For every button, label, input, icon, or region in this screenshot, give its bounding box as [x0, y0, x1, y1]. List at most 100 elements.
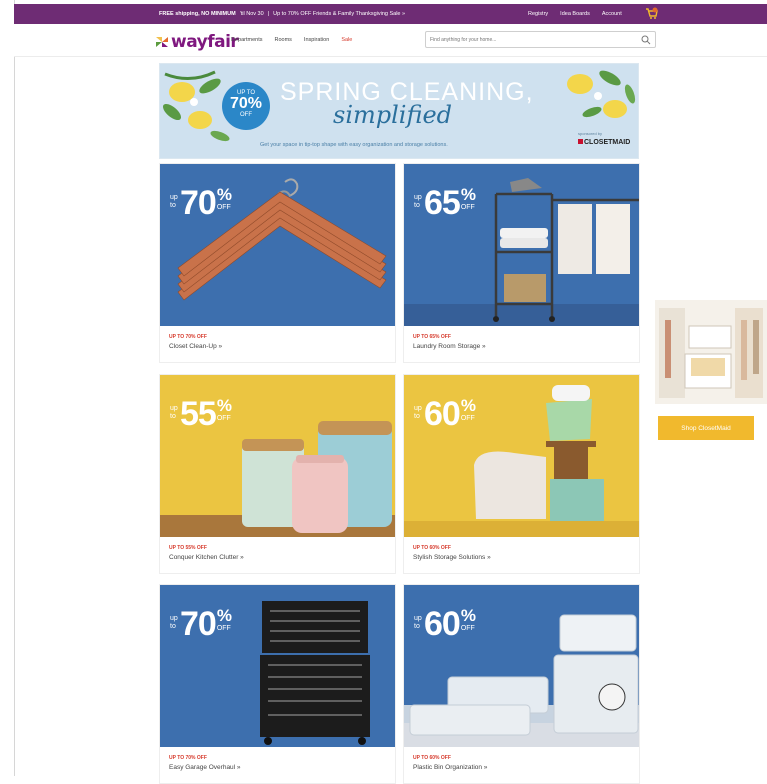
discount-overlay: up to 65 % OFF: [414, 186, 476, 220]
discount-overlay: up to 60 % OFF: [414, 607, 476, 641]
promo-card-garage[interactable]: up to 70 % OFF UP TO 70% OFF Easy Garage …: [159, 584, 396, 784]
account-link[interactable]: Account: [602, 11, 622, 17]
card-image: up to 55 % OFF: [160, 375, 395, 537]
pinwheel-logo-icon: [156, 37, 168, 47]
card-meta: UP TO 60% OFF Plastic Bin Organization »: [413, 755, 487, 771]
card-upto: up to: [414, 194, 422, 209]
logo-text: wayfair: [171, 32, 239, 52]
card-eyebrow: UP TO 70% OFF: [169, 755, 207, 761]
percent-symbol: %: [216, 396, 232, 415]
card-link[interactable]: Conquer Kitchen Clutter »: [169, 554, 244, 561]
sponsor-label: sponsored by: [578, 131, 603, 136]
promo-bar: FREE shipping, NO MINIMUM 'til Nov 30 | …: [14, 4, 767, 24]
promo-card-closet[interactable]: up to 70 % OFF UP TO 70% OFF Closet Clean…: [159, 163, 396, 363]
nav-sale[interactable]: Sale: [341, 37, 352, 43]
card-image: up to 65 % OFF: [404, 164, 639, 326]
search-input[interactable]: [430, 35, 630, 45]
hero-tagline: Get your space in tip-top shape with eas…: [260, 142, 448, 148]
cart-icon[interactable]: [645, 7, 658, 20]
off-label: OFF: [460, 204, 475, 211]
nav-departments[interactable]: Departments: [231, 37, 263, 43]
card-image: up to 60 % OFF: [404, 585, 639, 747]
discount-overlay: up to 70 % OFF: [170, 186, 232, 220]
percent-suffix: % OFF: [461, 186, 476, 212]
card-meta: UP TO 60% OFF Stylish Storage Solutions …: [413, 545, 491, 561]
percent-symbol: %: [460, 185, 476, 204]
card-link[interactable]: Laundry Room Storage »: [413, 343, 486, 350]
promo-separator: |: [267, 11, 270, 17]
card-eyebrow: UP TO 55% OFF: [169, 545, 207, 551]
account-links: Registry Idea Boards Account: [528, 11, 622, 17]
spring-cleaning-banner[interactable]: UP TO 70% OFF SPRING CLEANING, simplifie…: [159, 63, 639, 159]
search-icon[interactable]: [641, 35, 651, 45]
card-percent: 60: [424, 395, 461, 433]
site-header: wayfair Departments Rooms Inspiration Sa…: [14, 24, 767, 57]
idea-boards-link[interactable]: Idea Boards: [560, 11, 590, 17]
card-eyebrow: UP TO 65% OFF: [413, 334, 451, 340]
percent-suffix: % OFF: [461, 607, 476, 633]
promo-message[interactable]: FREE shipping, NO MINIMUM 'til Nov 30 | …: [159, 11, 405, 17]
badge-percent: 70%: [229, 95, 263, 112]
nav-rooms[interactable]: Rooms: [275, 37, 292, 43]
shop-closetmaid-button[interactable]: Shop ClosetMaid: [658, 416, 754, 440]
free-shipping-rest: 'til Nov 30: [239, 11, 264, 17]
search-box: [425, 31, 656, 48]
card-image: up to 60 % OFF: [404, 375, 639, 537]
card-link[interactable]: Plastic Bin Organization »: [413, 764, 487, 771]
sale-link[interactable]: Up to 70% OFF Friends & Family Thanksgiv…: [273, 11, 405, 17]
percent-suffix: % OFF: [461, 397, 476, 423]
percent-symbol: %: [460, 396, 476, 415]
percent-symbol: %: [460, 606, 476, 625]
closetmaid-mark-icon: [578, 139, 583, 144]
percent-suffix: % OFF: [217, 607, 232, 633]
card-upto: up to: [170, 615, 178, 630]
card-percent: 70: [180, 184, 217, 222]
percent-suffix: % OFF: [217, 397, 232, 423]
promo-card-storage[interactable]: up to 60 % OFF UP TO 60% OFF Stylish Stor…: [403, 374, 640, 574]
off-label: OFF: [460, 415, 475, 422]
off-label: OFF: [216, 415, 231, 422]
closet-drawers-illustration: [655, 300, 767, 404]
sponsor-name: CLOSETMAID: [584, 139, 631, 146]
promo-card-kitchen[interactable]: up to 55 % OFF UP TO 55% OFF Conquer Kitc…: [159, 374, 396, 574]
discount-badge: UP TO 70% OFF: [222, 82, 270, 130]
percent-suffix: % OFF: [217, 186, 232, 212]
card-upto: up to: [414, 615, 422, 630]
card-link[interactable]: Easy Garage Overhaul »: [169, 764, 241, 771]
closetmaid-side-ad[interactable]: [655, 300, 767, 404]
card-percent: 60: [424, 605, 461, 643]
main-nav: Departments Rooms Inspiration Sale: [231, 37, 352, 43]
discount-overlay: up to 70 % OFF: [170, 607, 232, 641]
card-percent: 70: [180, 605, 217, 643]
promo-card-laundry[interactable]: up to 65 % OFF UP TO 65% OFF Laundry Room…: [403, 163, 640, 363]
card-meta: UP TO 70% OFF Easy Garage Overhaul »: [169, 755, 241, 771]
card-link[interactable]: Stylish Storage Solutions »: [413, 554, 491, 561]
card-percent: 55: [180, 395, 217, 433]
nav-inspiration[interactable]: Inspiration: [304, 37, 329, 43]
wayfair-logo[interactable]: wayfair: [155, 32, 239, 52]
card-link[interactable]: Closet Clean-Up »: [169, 343, 222, 350]
off-label: OFF: [216, 625, 231, 632]
card-meta: UP TO 70% OFF Closet Clean-Up »: [169, 334, 222, 350]
hero-subtitle: simplified: [333, 101, 453, 129]
discount-overlay: up to 60 % OFF: [414, 397, 476, 431]
badge-off: OFF: [240, 112, 252, 118]
page-edge: [14, 0, 15, 776]
card-image: up to 70 % OFF: [160, 585, 395, 747]
card-meta: UP TO 65% OFF Laundry Room Storage »: [413, 334, 486, 350]
card-meta: UP TO 55% OFF Conquer Kitchen Clutter »: [169, 545, 244, 561]
percent-symbol: %: [216, 606, 232, 625]
free-shipping-bold: FREE shipping, NO MINIMUM: [159, 11, 236, 17]
off-label: OFF: [460, 625, 475, 632]
card-eyebrow: UP TO 60% OFF: [413, 545, 451, 551]
sponsor-logo: CLOSETMAID: [578, 139, 630, 146]
card-percent: 65: [424, 184, 461, 222]
promo-card-plastic-bins[interactable]: up to 60 % OFF UP TO 60% OFF Plastic Bin …: [403, 584, 640, 784]
card-image: up to 70 % OFF: [160, 164, 395, 326]
discount-overlay: up to 55 % OFF: [170, 397, 232, 431]
registry-link[interactable]: Registry: [528, 11, 548, 17]
card-upto: up to: [170, 194, 178, 209]
off-label: OFF: [216, 204, 231, 211]
card-upto: up to: [170, 405, 178, 420]
percent-symbol: %: [216, 185, 232, 204]
